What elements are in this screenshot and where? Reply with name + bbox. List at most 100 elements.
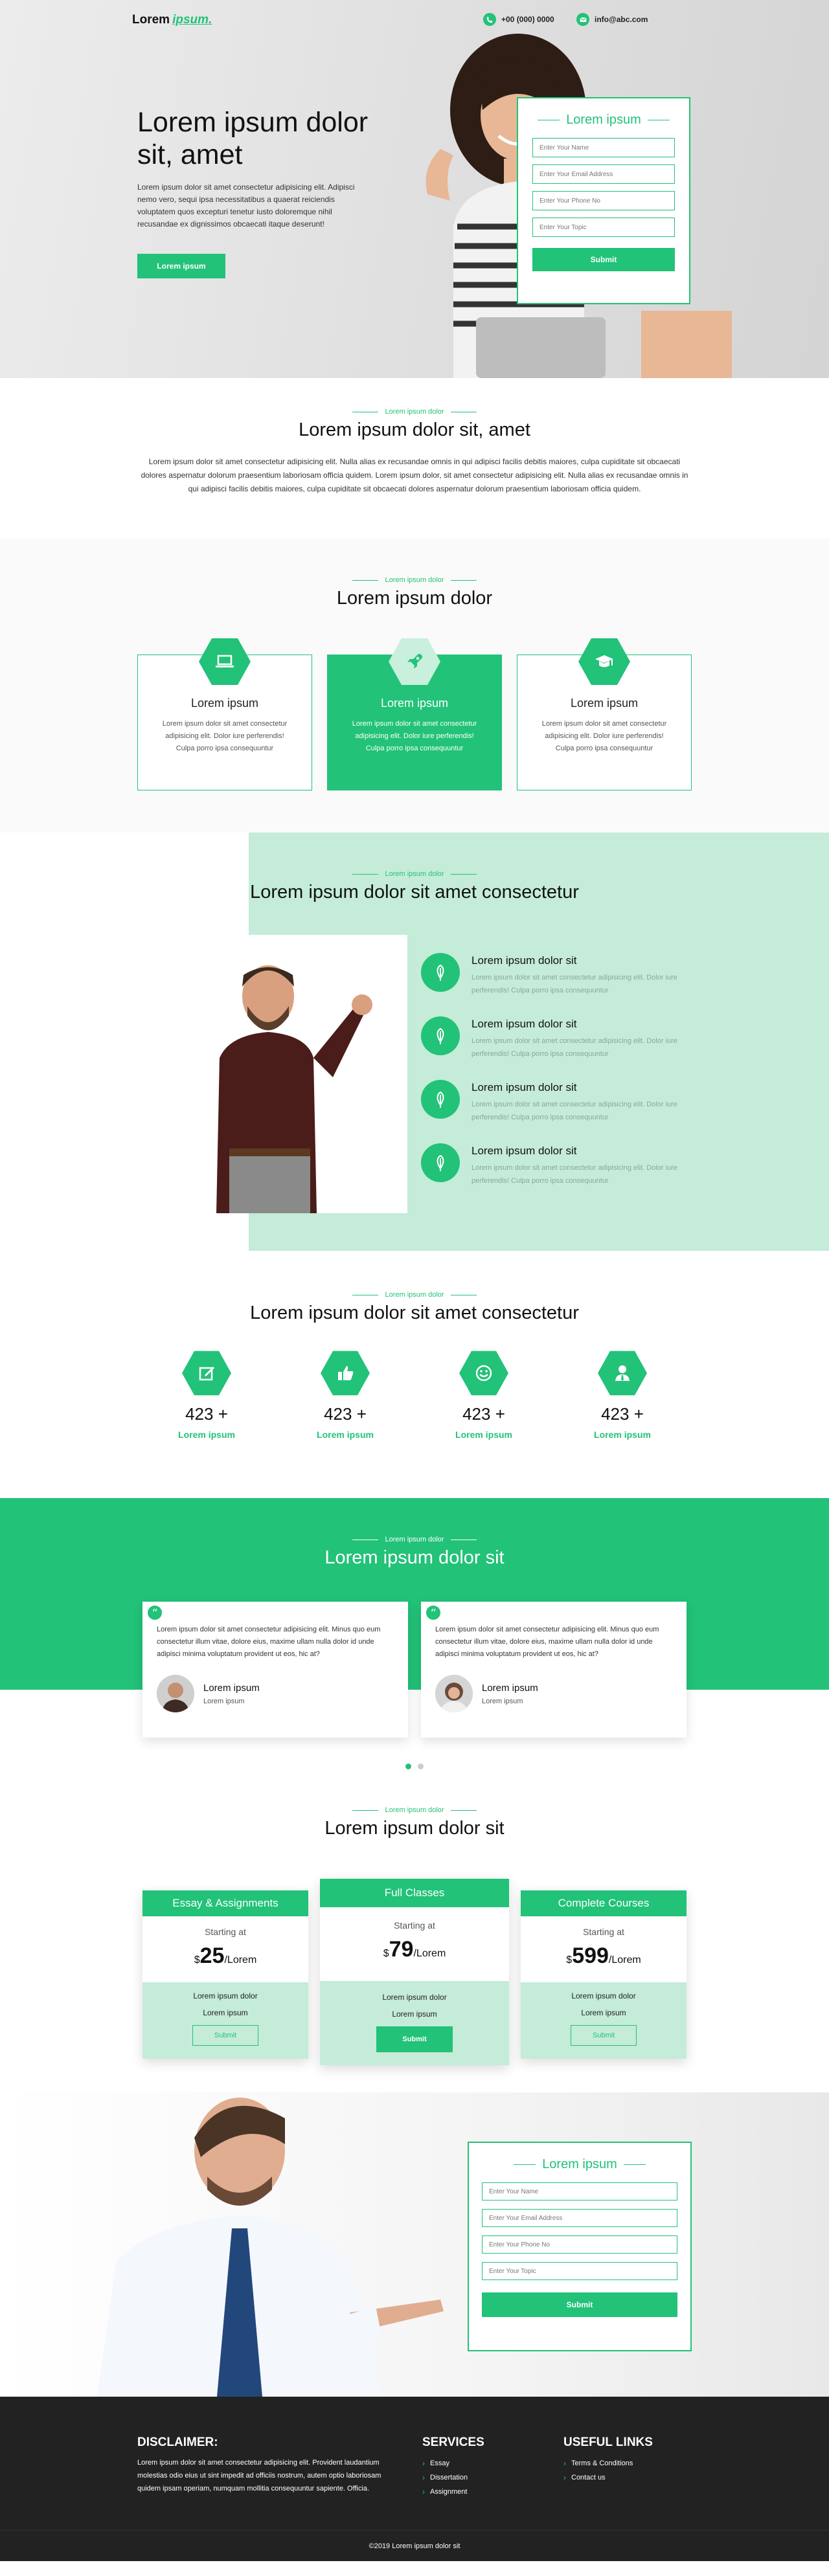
feature-text: Lorem ipsum dolor sit amet consectetur a… [471, 974, 677, 994]
plan-currency: $ [383, 1948, 389, 1959]
service-card[interactable]: Lorem ipsum Lorem ipsum dolor sit amet c… [517, 638, 692, 790]
testimonial-text: Lorem ipsum dolor sit amet consectetur a… [435, 1626, 659, 1658]
footer-link-label: Essay [430, 2459, 449, 2467]
email-input[interactable] [482, 2209, 677, 2227]
footer-link-dissertation[interactable]: › Dissertation [422, 2470, 484, 2485]
testimonial-text: Lorem ipsum dolor sit amet consectetur a… [157, 1626, 381, 1658]
topic-input[interactable] [532, 218, 675, 237]
testimonials-section: Lorem ipsum dolor Lorem ipsum dolor sit … [0, 1498, 829, 1806]
footer-link-contact[interactable]: › Contact us [563, 2470, 653, 2485]
top-bar: Lorem ipsum. +00 (000) 0000 info@abc.com [0, 8, 829, 34]
features-eyebrow: Lorem ipsum dolor [0, 870, 829, 878]
plan-feature: Lorem ipsum [392, 2010, 437, 2019]
email-input[interactable] [532, 164, 675, 184]
logo-main: Lorem [132, 13, 170, 27]
plan-unit: /Lorem [224, 1954, 257, 1966]
avatar [435, 1675, 473, 1712]
topic-input[interactable] [482, 2262, 677, 2280]
intro-eyebrow: Lorem ipsum dolor [0, 408, 829, 416]
feature-item: Lorem ipsum dolor sit Lorem ipsum dolor s… [421, 1016, 693, 1060]
phone-icon [483, 13, 496, 26]
stat-item: 423 + Lorem ipsum [297, 1349, 394, 1440]
stat-value: 423 + [462, 1404, 505, 1424]
name-input[interactable] [482, 2182, 677, 2201]
plan-starting: Starting at [394, 1920, 435, 1931]
feature-title: Lorem ipsum dolor sit [471, 1145, 577, 1157]
plan-feature: Lorem ipsum dolor [193, 1991, 258, 2000]
hero-submit-button[interactable]: Submit [532, 248, 675, 271]
testimonials-title: Lorem ipsum dolor sit [324, 1547, 505, 1568]
testimonial-name: Lorem ipsum [203, 1682, 260, 1694]
chevron-right-icon: › [563, 2459, 566, 2468]
cta-signup-form: Lorem ipsum Submit [468, 2142, 692, 2351]
email-contact[interactable]: info@abc.com [576, 13, 648, 26]
pricing-plan: Essay & Assignments Starting at $25/Lore… [142, 1890, 308, 2059]
stats-eyebrow: Lorem ipsum dolor [0, 1291, 829, 1299]
feature-text: Lorem ipsum dolor sit amet consectetur a… [471, 1164, 677, 1185]
chevron-right-icon: › [422, 2487, 425, 2496]
pricing-eyebrow-text: Lorem ipsum dolor [385, 1806, 444, 1814]
plan-starting: Starting at [205, 1927, 246, 1937]
chevron-right-icon: › [422, 2459, 425, 2468]
features-eyebrow-text: Lorem ipsum dolor [385, 870, 444, 878]
testimonial-name: Lorem ipsum [482, 1682, 538, 1694]
disclaimer-title: DISCLAIMER: [137, 2436, 218, 2449]
phone-input[interactable] [532, 191, 675, 210]
divider-line [352, 873, 379, 875]
cta-form-title: Lorem ipsum [482, 2157, 677, 2172]
feature-title: Lorem ipsum dolor sit [471, 1018, 577, 1030]
stats-section: Lorem ipsum dolor Lorem ipsum dolor sit … [0, 1262, 829, 1498]
stats-title: Lorem ipsum dolor sit amet consectetur [250, 1303, 579, 1323]
plan-submit-button[interactable]: Submit [571, 2025, 637, 2046]
phone-input[interactable] [482, 2235, 677, 2254]
testimonial-role: Lorem ipsum [482, 1697, 523, 1705]
hero-signup-form: Lorem ipsum Submit [517, 97, 690, 304]
plan-unit: /Lorem [608, 1954, 641, 1966]
email-address: info@abc.com [595, 15, 648, 24]
phone-contact[interactable]: +00 (000) 0000 [483, 13, 554, 26]
services-section: Lorem ipsum dolor Lorem ipsum dolor Lore… [0, 539, 829, 833]
plan-price: $79/Lorem [320, 1937, 509, 1962]
services-title: Lorem ipsum dolor [336, 588, 493, 609]
plan-price-value: 25 [199, 1943, 225, 1968]
cta-submit-button[interactable]: Submit [482, 2292, 677, 2317]
useful-links-heading: USEFUL LINKS [563, 2436, 653, 2449]
chevron-right-icon: › [422, 2473, 425, 2482]
footer-link-terms[interactable]: › Terms & Conditions [563, 2456, 653, 2470]
stat-item: 423 + Lorem ipsum [435, 1349, 532, 1440]
footer-useful-links: USEFUL LINKS › Terms & Conditions › Contac… [563, 2436, 653, 2485]
cta-man-image [97, 2098, 444, 2397]
smile-icon [459, 1350, 508, 1396]
site-logo[interactable]: Lorem ipsum. [132, 13, 212, 27]
footer-link-assignment[interactable]: › Assignment [422, 2485, 484, 2499]
name-input[interactable] [532, 138, 675, 157]
divider-line [450, 579, 477, 581]
carousel-dot-active[interactable] [405, 1764, 411, 1769]
features-man-image [139, 935, 407, 1213]
features-section: Lorem ipsum dolor Lorem ipsum dolor sit … [0, 833, 829, 1262]
pricing-plan: Complete Courses Starting at $599/Lorem … [521, 1890, 687, 2059]
plan-feature: Lorem ipsum [581, 2008, 626, 2017]
feature-item: Lorem ipsum dolor sit Lorem ipsum dolor s… [421, 1080, 693, 1124]
hero-form-title: Lorem ipsum [532, 113, 675, 128]
service-card-active[interactable]: Lorem ipsum Lorem ipsum dolor sit amet c… [327, 638, 502, 790]
hero-cta-button[interactable]: Lorem ipsum [137, 254, 225, 278]
plan-submit-button[interactable]: Submit [192, 2025, 258, 2046]
plan-submit-button[interactable]: Submit [376, 2026, 453, 2052]
stat-value: 423 + [324, 1404, 367, 1424]
service-card[interactable]: Lorem ipsum Lorem ipsum dolor sit amet c… [137, 638, 312, 790]
footer-link-essay[interactable]: › Essay [422, 2456, 484, 2470]
plan-name: Complete Courses [521, 1890, 687, 1916]
services-eyebrow-text: Lorem ipsum dolor [385, 576, 444, 584]
footer-link-label: Contact us [571, 2474, 606, 2481]
feature-item: Lorem ipsum dolor sit Lorem ipsum dolor s… [421, 953, 693, 997]
carousel-dot[interactable] [418, 1764, 424, 1769]
plan-currency: $ [566, 1954, 573, 1966]
graduation-cap-icon [578, 638, 630, 685]
testimonials-eyebrow: Lorem ipsum dolor [0, 1536, 829, 1543]
chevron-right-icon: › [563, 2473, 566, 2482]
intro-text: Lorem ipsum dolor sit amet consectetur a… [141, 457, 688, 493]
leaf-icon [421, 1016, 460, 1055]
plan-feature: Lorem ipsum [203, 2008, 248, 2017]
stat-label: Lorem ipsum [317, 1429, 374, 1440]
